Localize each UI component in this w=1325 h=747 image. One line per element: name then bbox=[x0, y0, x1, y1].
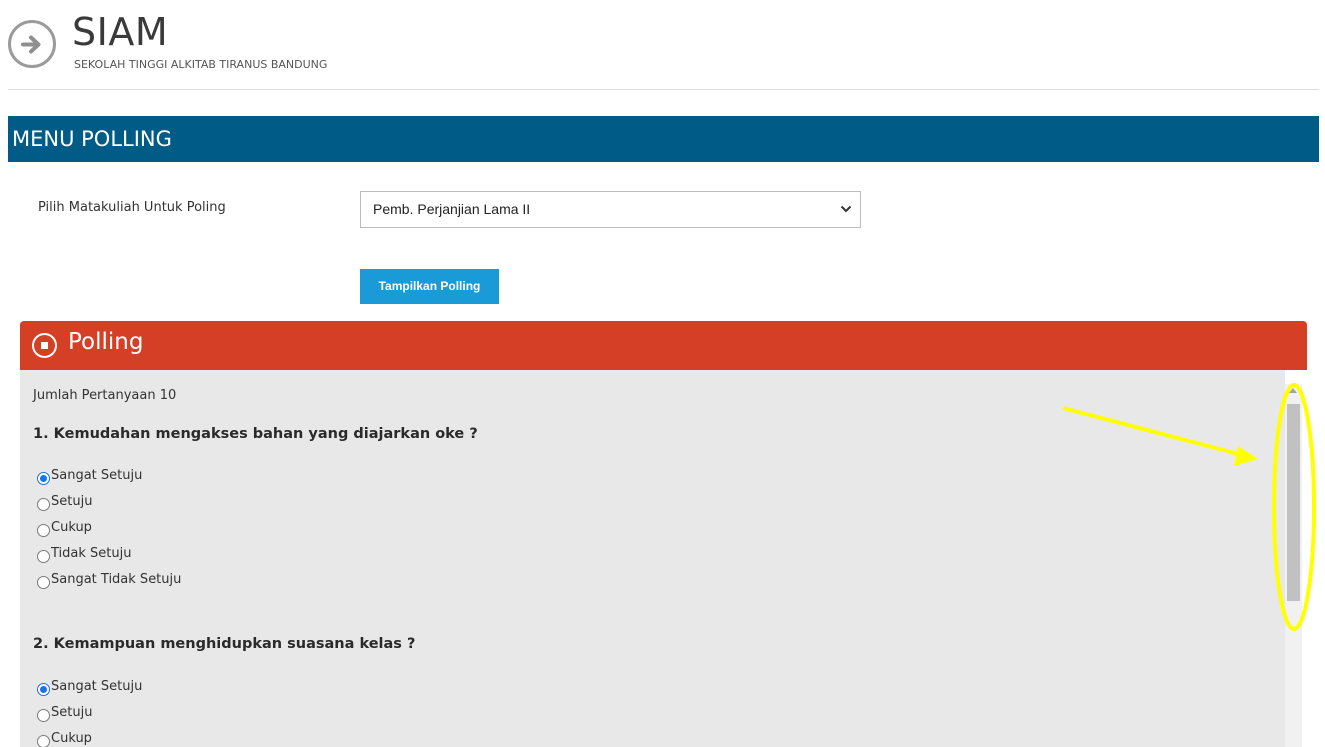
annotation-arrow-line bbox=[1062, 406, 1247, 458]
annotation-ellipse bbox=[1272, 383, 1316, 631]
annotation-overlay bbox=[1062, 383, 1316, 631]
annotation-arrow-head bbox=[1234, 446, 1258, 466]
